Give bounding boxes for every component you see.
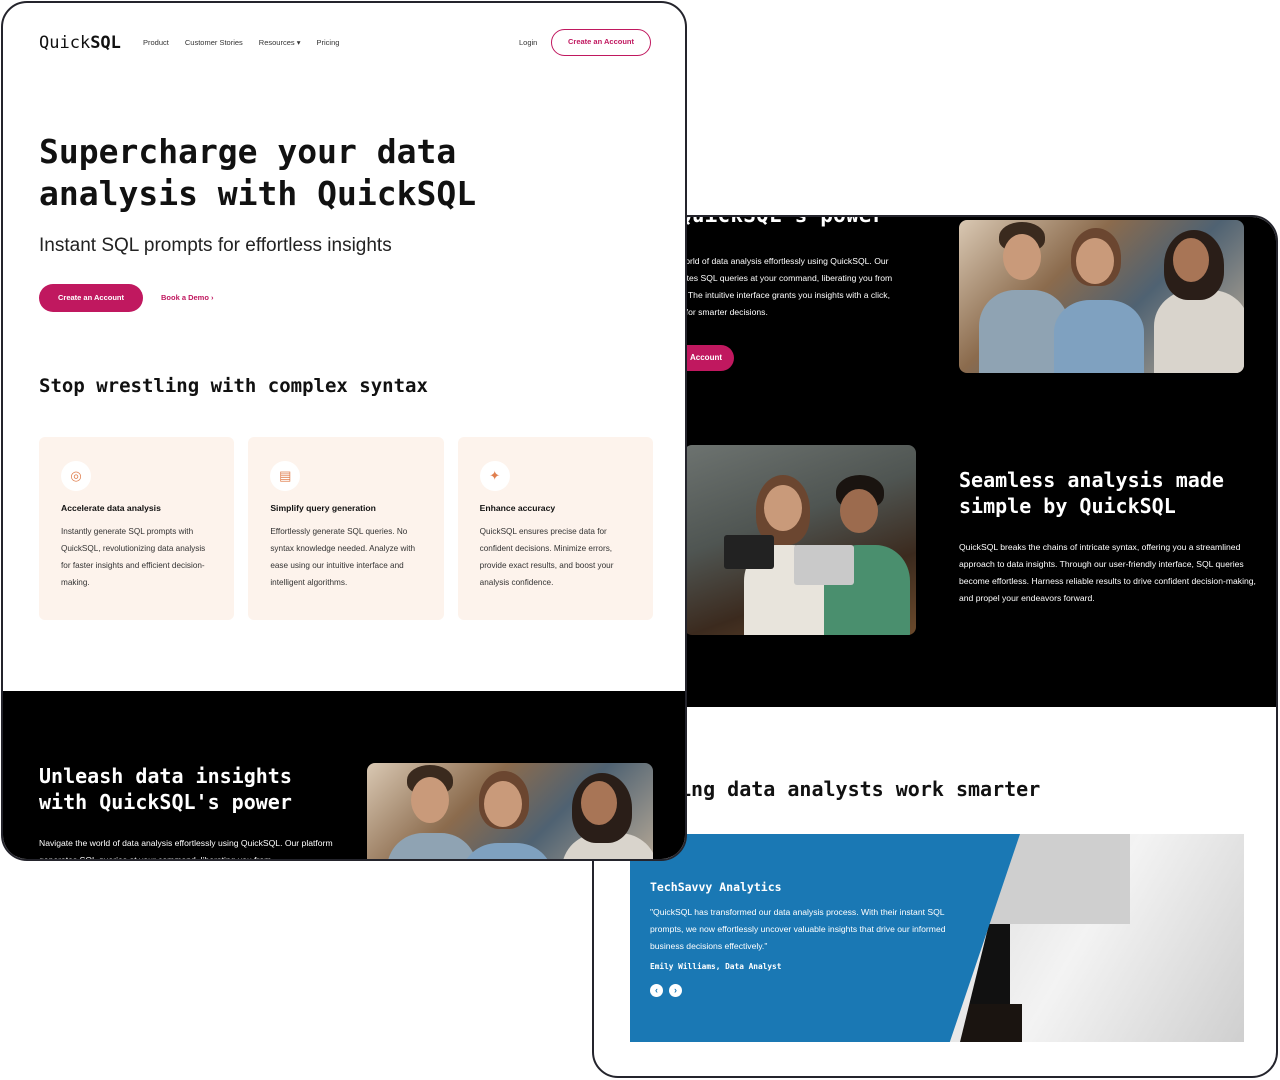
team-photo xyxy=(367,763,653,859)
book-demo-link[interactable]: Book a Demo › xyxy=(161,293,214,302)
nav-links: Product Customer Stories Resources ▾ Pri… xyxy=(143,38,339,47)
insights-heading-cut: QuickSQL's power xyxy=(679,215,885,227)
target-icon: ✦ xyxy=(479,461,510,491)
hero-subtitle: Instant SQL prompts for effortless insig… xyxy=(39,235,392,256)
feature-card: ◎ Accelerate data analysis Instantly gen… xyxy=(39,437,235,620)
chevron-left-icon[interactable]: ‹ xyxy=(650,984,663,997)
features-heading: Stop wrestling with complex syntax xyxy=(39,375,428,397)
feature-cards: ◎ Accelerate data analysis Instantly gen… xyxy=(39,437,653,620)
insights-heading: Unleash data insights with QuickSQL's po… xyxy=(39,764,292,814)
feature-card-title: Simplify query generation xyxy=(270,503,376,513)
eye-icon: ◎ xyxy=(61,461,91,491)
team-photo xyxy=(959,220,1244,373)
seamless-paragraph: QuickSQL breaks the chains of intricate … xyxy=(959,542,1256,603)
seamless-heading: Seamless analysis made simple by QuickSQ… xyxy=(959,468,1224,518)
feature-card-text: QuickSQL ensures precise data for confid… xyxy=(479,527,614,587)
nav-link-resources[interactable]: Resources ▾ xyxy=(259,38,301,47)
window-icon: ▤ xyxy=(270,461,301,491)
carousel-controls: ‹ › xyxy=(650,984,682,997)
back-browser-window: QuickSQL's power world of data analysis … xyxy=(592,215,1278,1078)
feature-card-text: Instantly generate SQL prompts with Quic… xyxy=(61,527,206,587)
insights-paragraph-cut: world of data analysis effortlessly usin… xyxy=(679,256,893,317)
nav-link-pricing[interactable]: Pricing xyxy=(317,38,340,47)
testimonial-company: TechSavvy Analytics xyxy=(650,880,782,894)
feature-card: ✦ Enhance accuracy QuickSQL ensures prec… xyxy=(457,437,653,620)
nav-link-customer-stories[interactable]: Customer Stories xyxy=(185,38,243,47)
laptop-photo xyxy=(684,445,916,635)
front-browser-window: QuickSQL Product Customer Stories Resour… xyxy=(1,1,687,861)
feature-card: ▤ Simplify query generation Effortlessly… xyxy=(248,437,444,620)
nav-link-product[interactable]: Product xyxy=(143,38,169,47)
testimonials-heading: ing data analysts work smarter xyxy=(679,777,1041,801)
testimonial-card: TechSavvy Analytics "QuickSQL has transf… xyxy=(630,834,1244,1042)
chevron-right-icon[interactable]: › xyxy=(669,984,682,997)
testimonial-quote: "QuickSQL has transformed our data analy… xyxy=(650,907,946,951)
feature-card-title: Enhance accuracy xyxy=(479,503,556,513)
feature-card-text: Effortlessly generate SQL queries. No sy… xyxy=(270,527,416,587)
create-account-button[interactable]: Create an Account xyxy=(551,29,651,56)
logo[interactable]: QuickSQL xyxy=(39,33,121,53)
insights-paragraph: Navigate the world of data analysis effo… xyxy=(39,838,333,861)
login-link[interactable]: Login xyxy=(519,38,537,47)
feature-card-title: Accelerate data analysis xyxy=(61,503,161,513)
top-navigation: QuickSQL Product Customer Stories Resour… xyxy=(39,29,653,57)
testimonial-author: Emily Williams, Data Analyst xyxy=(650,962,782,971)
hero-create-account-button[interactable]: Create an Account xyxy=(39,284,143,312)
hero-title: Supercharge your data analysis with Quic… xyxy=(39,132,477,213)
